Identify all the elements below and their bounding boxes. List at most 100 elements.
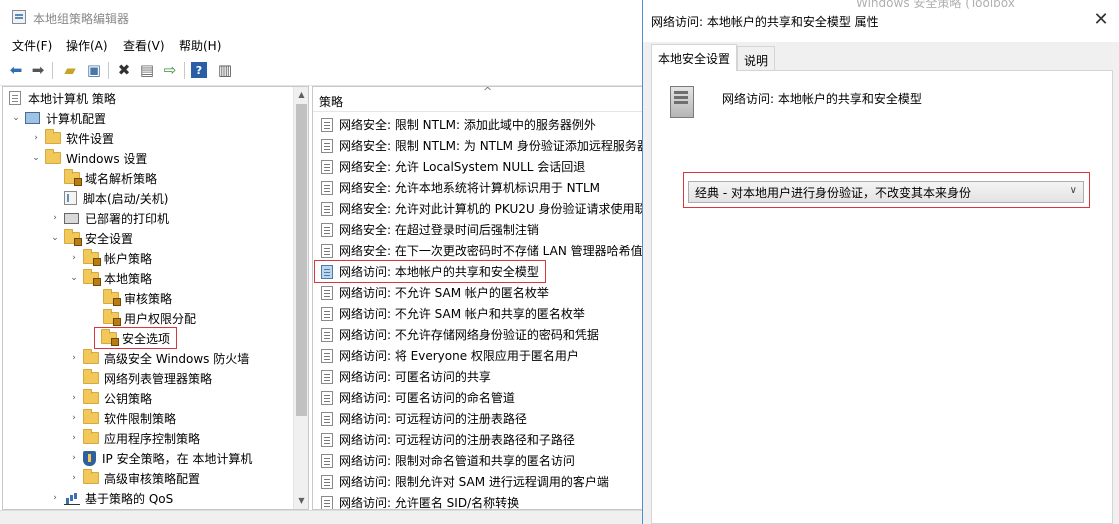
forward-arrow-icon[interactable]: ➡ <box>28 60 48 80</box>
menu-help[interactable]: 帮助(H) <box>179 37 221 54</box>
tree-item-scripts[interactable]: › 脚本(启动/关机) <box>50 188 168 208</box>
folder-icon <box>83 429 99 444</box>
tree-item-security-options[interactable]: › 安全选项 <box>93 327 178 349</box>
chevron-down-icon[interactable]: ⌄ <box>31 153 41 163</box>
tree-item-windows-firewall[interactable]: › 高级安全 Windows 防火墙 <box>69 348 249 368</box>
policy-row[interactable]: 网络访问: 可匿名访问的命名管道 <box>315 387 515 408</box>
tree-item-app-control[interactable]: › 应用程序控制策略 <box>69 428 200 448</box>
policy-row[interactable]: 网络访问: 本地帐户的共享和安全模型 <box>314 260 546 283</box>
chevron-right-icon[interactable]: › <box>69 393 79 403</box>
policy-row[interactable]: 网络安全: 在超过登录时间后强制注销 <box>315 219 539 240</box>
tree-item-network-list-manager[interactable]: › 网络列表管理器策略 <box>69 368 212 388</box>
tree-item-audit-policy[interactable]: › 审核策略 <box>89 288 172 308</box>
chevron-right-icon[interactable]: › <box>69 473 79 483</box>
policy-row[interactable]: 网络安全: 限制 NTLM: 为 NTLM 身份验证添加远程服务器 <box>315 135 642 156</box>
folder-locked-icon <box>83 269 101 286</box>
tree-item-local-policies[interactable]: ⌄ 本地策略 <box>69 268 152 288</box>
policy-row[interactable]: 网络访问: 可匿名访问的共享 <box>315 366 491 387</box>
tab-explain[interactable]: 说明 <box>737 46 776 70</box>
policy-row[interactable]: 网络访问: 限制对命名管道和共享的匿名访问 <box>315 450 575 471</box>
qos-chart-icon <box>64 492 80 505</box>
export-list-icon[interactable]: ⇨ <box>160 60 180 80</box>
menu-action[interactable]: 操作(A) <box>66 37 108 54</box>
chevron-down-icon[interactable]: ⌄ <box>11 113 21 123</box>
back-arrow-icon[interactable]: ⬅ <box>6 60 26 80</box>
policy-setting-icon <box>321 117 333 132</box>
chevron-down-icon[interactable]: ⌄ <box>69 273 79 283</box>
chevron-right-icon[interactable]: › <box>31 133 41 143</box>
chevron-down-icon[interactable]: ∨ <box>1070 185 1077 196</box>
up-folder-icon[interactable]: ▰ <box>60 60 80 80</box>
tree-item-account-policies[interactable]: › 帐户策略 <box>69 248 152 268</box>
tree-item-label: 已部署的打印机 <box>85 211 170 226</box>
tree-item-windows-settings[interactable]: ⌄ Windows 设置 <box>31 148 147 168</box>
policy-row[interactable]: 网络访问: 不允许 SAM 帐户的匿名枚举 <box>315 282 549 303</box>
scroll-up-arrow-icon[interactable]: ▲ <box>294 87 308 103</box>
folder-locked-icon <box>103 309 121 326</box>
policy-row-label: 网络访问: 限制对命名管道和共享的匿名访问 <box>339 454 575 468</box>
action-pane-icon[interactable]: ▥ <box>215 60 235 80</box>
chevron-right-icon[interactable]: › <box>69 433 79 443</box>
chevron-right-icon[interactable]: › <box>50 213 60 223</box>
policy-row[interactable]: 网络安全: 限制 NTLM: 添加此域中的服务器例外 <box>315 114 596 135</box>
chevron-right-icon[interactable]: › <box>69 453 79 463</box>
menu-file[interactable]: 文件(F) <box>12 37 52 54</box>
tree-item-advanced-audit[interactable]: › 高级审核策略配置 <box>69 468 200 488</box>
folder-icon <box>45 149 61 164</box>
policy-row[interactable]: 网络访问: 可远程访问的注册表路径和子路径 <box>315 429 575 450</box>
properties-icon[interactable]: ▤ <box>137 60 157 80</box>
toolbar-separator <box>184 62 185 79</box>
sharing-model-select[interactable]: 经典 - 对本地用户进行身份验证，不改变其本来身份 ∨ <box>688 181 1084 203</box>
tree-item-user-rights[interactable]: › 用户权限分配 <box>89 308 196 328</box>
close-icon[interactable]: ✕ <box>1090 10 1112 30</box>
tree-item-name-resolution-policy[interactable]: › 域名解析策略 <box>50 168 157 188</box>
chevron-right-icon[interactable]: › <box>69 353 79 363</box>
tree-item-label: 网络列表管理器策略 <box>104 371 213 386</box>
scroll-down-arrow-icon[interactable]: ▼ <box>294 493 308 509</box>
tree-item-qos[interactable]: › 基于策略的 QoS <box>50 488 173 508</box>
policy-row-label: 网络访问: 不允许 SAM 帐户和共享的匿名枚举 <box>339 307 585 321</box>
folder-locked-icon <box>64 169 82 186</box>
chevron-right-icon[interactable]: › <box>50 493 60 503</box>
folder-locked-icon <box>83 249 101 266</box>
tree-item-security-settings[interactable]: ⌄ 安全设置 <box>50 228 133 248</box>
tree-item-label: 公钥策略 <box>104 391 153 406</box>
ip-security-icon <box>83 450 96 466</box>
tree-item-ip-security[interactable]: › IP 安全策略，在 本地计算机 <box>69 448 252 468</box>
chevron-right-icon[interactable]: › <box>69 253 79 263</box>
policy-setting-icon <box>321 222 333 237</box>
tree-item-label: 计算机配置 <box>46 111 107 126</box>
help-icon[interactable]: ? <box>191 62 207 78</box>
console-tree: 本地计算机 策略 ⌄ 计算机配置 › 软件设置 ⌄ Windows 设置 › 域… <box>2 86 309 510</box>
policy-row[interactable]: 网络访问: 允许匿名 SID/名称转换 <box>315 492 519 509</box>
tree-item-public-key-policies[interactable]: › 公钥策略 <box>69 388 152 408</box>
chevron-down-icon[interactable]: ⌄ <box>50 233 60 243</box>
policy-row-label: 网络安全: 在超过登录时间后强制注销 <box>339 223 539 237</box>
tree-item-software-settings[interactable]: › 软件设置 <box>31 128 114 148</box>
policy-row[interactable]: 网络访问: 将 Everyone 权限应用于匿名用户 <box>315 345 579 366</box>
delete-icon[interactable]: ✖ <box>114 60 134 80</box>
policy-setting-icon <box>321 159 333 174</box>
show-hide-tree-icon[interactable]: ▣ <box>84 60 104 80</box>
tree-item-computer-config[interactable]: ⌄ 计算机配置 <box>11 108 106 128</box>
policy-row[interactable]: 网络访问: 不允许存储网络身份验证的密码和凭据 <box>315 324 599 345</box>
column-header-policy[interactable]: 策略 <box>319 93 343 110</box>
tab-local-security-setting[interactable]: 本地安全设置 <box>651 44 738 71</box>
policy-row[interactable]: 网络访问: 可远程访问的注册表路径 <box>315 408 527 429</box>
background-window-text: Windows 安全策略 (Toolbox <box>856 0 1015 10</box>
policy-row[interactable]: 网络安全: 允许本地系统将计算机标识用于 NTLM <box>315 177 600 198</box>
policy-row[interactable]: 网络安全: 允许 LocalSystem NULL 会话回退 <box>315 156 585 177</box>
policy-row[interactable]: 网络安全: 允许对此计算机的 PKU2U 身份验证请求使用联 <box>315 198 642 219</box>
tree-scrollbar[interactable]: ▲ ▼ <box>293 87 308 509</box>
tree-item-label: 帐户策略 <box>104 251 153 266</box>
policy-row[interactable]: 网络访问: 限制允许对 SAM 进行远程调用的客户端 <box>315 471 609 492</box>
policy-row[interactable]: 网络访问: 不允许 SAM 帐户和共享的匿名枚举 <box>315 303 585 324</box>
tree-item-software-restriction[interactable]: › 软件限制策略 <box>69 408 176 428</box>
policy-row[interactable]: 网络安全: 在下一次更改密码时不存储 LAN 管理器哈希值 <box>315 240 642 261</box>
chevron-right-icon[interactable]: › <box>69 413 79 423</box>
menu-view[interactable]: 查看(V) <box>123 37 165 54</box>
tree-item-label: 用户权限分配 <box>124 311 197 326</box>
tree-item-local-computer-policy[interactable]: 本地计算机 策略 <box>9 88 116 108</box>
scrollbar-thumb[interactable] <box>296 104 307 416</box>
tree-item-deployed-printers[interactable]: › 已部署的打印机 <box>50 208 169 228</box>
